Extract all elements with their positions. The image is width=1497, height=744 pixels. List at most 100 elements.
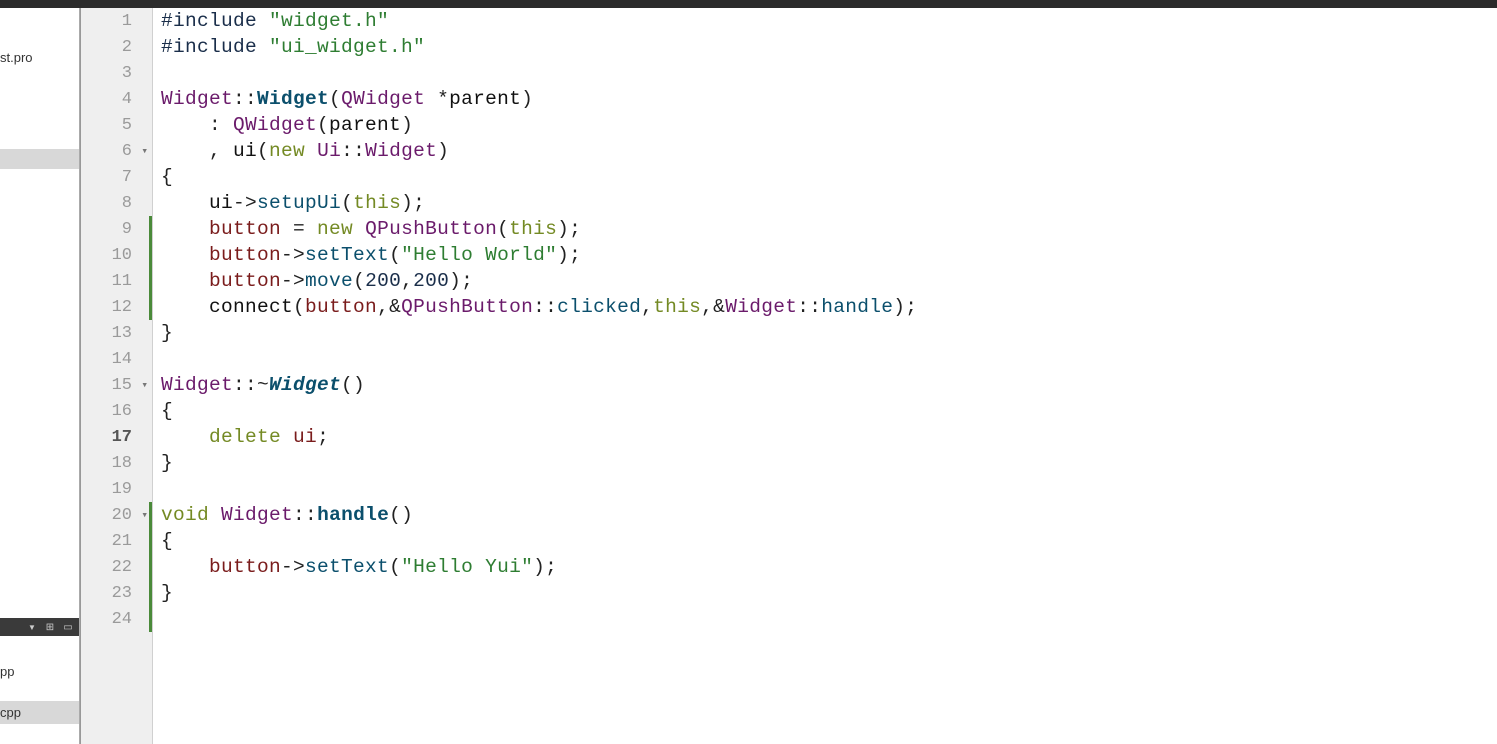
code-line[interactable]	[161, 60, 1497, 86]
code-line[interactable]: }	[161, 580, 1497, 606]
gutter-line[interactable]: 11	[81, 268, 152, 294]
gutter-line[interactable]: 23	[81, 580, 152, 606]
token-op: ,	[161, 140, 233, 162]
line-number: 17	[112, 428, 132, 447]
token-type: QPushButton	[365, 218, 497, 240]
gutter-line[interactable]: 22	[81, 554, 152, 580]
change-marker	[149, 242, 152, 268]
gutter-line[interactable]: 9	[81, 216, 152, 242]
gutter-line[interactable]: 3	[81, 60, 152, 86]
code-line[interactable]: {	[161, 398, 1497, 424]
token-op: }	[161, 452, 173, 474]
gutter-line[interactable]: 4	[81, 86, 152, 112]
gutter-line[interactable]: 13	[81, 320, 152, 346]
line-number: 10	[112, 246, 132, 265]
token-op	[161, 192, 209, 214]
token-var: button	[305, 296, 377, 318]
code-line[interactable]: #include "widget.h"	[161, 8, 1497, 34]
sidebar-item[interactable]	[0, 149, 79, 169]
change-marker	[149, 502, 152, 528]
code-line[interactable]: {	[161, 528, 1497, 554]
line-number: 18	[112, 454, 132, 473]
token-op: {	[161, 400, 173, 422]
token-op: );	[449, 270, 473, 292]
code-line[interactable]	[161, 606, 1497, 632]
token-func: move	[305, 270, 353, 292]
code-line[interactable]	[161, 346, 1497, 372]
code-line[interactable]: , ui(new Ui::Widget)	[161, 138, 1497, 164]
code-line[interactable]: Widget::~Widget()	[161, 372, 1497, 398]
gutter-line[interactable]: 14	[81, 346, 152, 372]
code-line[interactable]: Widget::Widget(QWidget *parent)	[161, 86, 1497, 112]
code-line[interactable]: delete ui;	[161, 424, 1497, 450]
token-op	[161, 244, 209, 266]
fold-toggle-icon[interactable]: ▾	[141, 378, 148, 392]
token-op: (	[317, 114, 329, 136]
code-line[interactable]: button->move(200,200);	[161, 268, 1497, 294]
token-keyword: void	[161, 504, 209, 526]
gutter-line[interactable]: 6▾	[81, 138, 152, 164]
split-vertical-icon[interactable]: ▭	[61, 621, 75, 633]
token-func: handle	[821, 296, 893, 318]
code-editor[interactable]: 123456▾789101112131415▾1617181920▾212223…	[80, 8, 1497, 744]
token-op: ,&	[701, 296, 725, 318]
token-type: QWidget	[233, 114, 317, 136]
code-line[interactable]: #include "ui_widget.h"	[161, 34, 1497, 60]
change-marker	[149, 216, 152, 242]
gutter-line[interactable]: 10	[81, 242, 152, 268]
token-funcbold: handle	[317, 504, 389, 526]
gutter-line[interactable]: 24	[81, 606, 152, 632]
code-line[interactable]: : QWidget(parent)	[161, 112, 1497, 138]
token-func: setText	[305, 244, 389, 266]
token-op: =	[281, 218, 317, 240]
fold-toggle-icon[interactable]: ▾	[141, 508, 148, 522]
code-line[interactable]: connect(button,&QPushButton::clicked,thi…	[161, 294, 1497, 320]
code-line[interactable]: }	[161, 450, 1497, 476]
gutter-line[interactable]: 1	[81, 8, 152, 34]
token-func: setupUi	[257, 192, 341, 214]
gutter-line[interactable]: 21	[81, 528, 152, 554]
token-op: ()	[389, 504, 413, 526]
token-var: ui	[293, 426, 317, 448]
gutter-line[interactable]: 12	[81, 294, 152, 320]
token-op: );	[557, 244, 581, 266]
sidebar-item[interactable]: st.pro	[0, 46, 79, 69]
gutter-line[interactable]: 20▾	[81, 502, 152, 528]
code-line[interactable]: button = new QPushButton(this);	[161, 216, 1497, 242]
gutter-line[interactable]: 2	[81, 34, 152, 60]
chevron-down-icon[interactable]: ▼	[25, 621, 39, 633]
line-number: 5	[122, 116, 132, 135]
gutter-line[interactable]: 17	[81, 424, 152, 450]
fold-toggle-icon[interactable]: ▾	[141, 144, 148, 158]
token-op: ;	[317, 426, 329, 448]
change-marker	[149, 606, 152, 632]
code-line[interactable]: void Widget::handle()	[161, 502, 1497, 528]
code-area[interactable]: #include "widget.h"#include "ui_widget.h…	[153, 8, 1497, 744]
token-func: setText	[305, 556, 389, 578]
code-line[interactable]: ui->setupUi(this);	[161, 190, 1497, 216]
token-preproc: #include	[161, 36, 257, 58]
line-number: 9	[122, 220, 132, 239]
token-var: button	[209, 270, 281, 292]
code-line[interactable]: button->setText("Hello World");	[161, 242, 1497, 268]
open-file-item[interactable]: cpp	[0, 701, 79, 724]
code-line[interactable]	[161, 476, 1497, 502]
code-line[interactable]: }	[161, 320, 1497, 346]
code-line[interactable]: {	[161, 164, 1497, 190]
token-type: Ui	[317, 140, 341, 162]
gutter-line[interactable]: 8	[81, 190, 152, 216]
split-horizontal-icon[interactable]: ⊞	[43, 621, 57, 633]
gutter-line[interactable]: 16	[81, 398, 152, 424]
token-op: ,	[641, 296, 653, 318]
gutter-line[interactable]: 18	[81, 450, 152, 476]
token-op: ->	[281, 244, 305, 266]
gutter-line[interactable]: 5	[81, 112, 152, 138]
token-op	[161, 218, 209, 240]
open-file-item[interactable]: pp	[0, 660, 79, 683]
token-keyword: delete	[209, 426, 281, 448]
token-op: {	[161, 166, 173, 188]
gutter-line[interactable]: 19	[81, 476, 152, 502]
gutter-line[interactable]: 15▾	[81, 372, 152, 398]
code-line[interactable]: button->setText("Hello Yui");	[161, 554, 1497, 580]
gutter-line[interactable]: 7	[81, 164, 152, 190]
